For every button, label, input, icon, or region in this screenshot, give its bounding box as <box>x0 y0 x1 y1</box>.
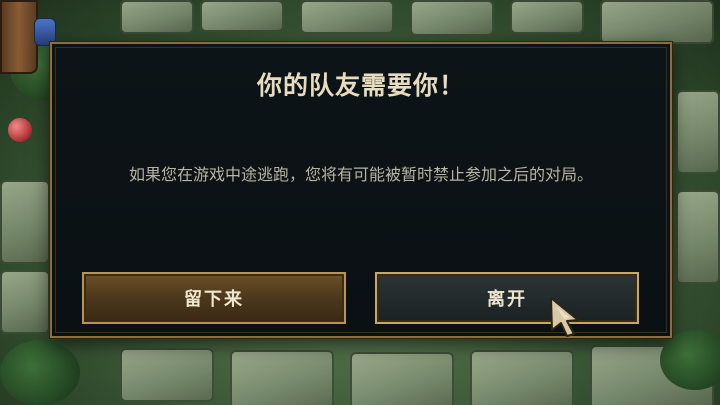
stone-tile <box>676 90 720 174</box>
stone-tile <box>470 350 574 405</box>
stone-tile <box>676 190 720 284</box>
stone-tile <box>0 270 50 334</box>
stone-tile <box>600 0 714 44</box>
red-ball <box>8 118 32 142</box>
stay-button[interactable]: 留下来 <box>82 272 346 324</box>
game-pointer-icon <box>550 297 579 337</box>
dialog-message: 如果您在游戏中途逃跑，您将有可能被暂时禁止参加之后的对局。 <box>128 165 593 184</box>
stone-tile <box>510 0 584 34</box>
stone-tile <box>0 180 50 264</box>
leave-warning-dialog: 你的队友需要你！ 如果您在游戏中途逃跑，您将有可能被暂时禁止参加之后的对局。 留… <box>50 42 672 338</box>
game-background: 你的队友需要你！ 如果您在游戏中途逃跑，您将有可能被暂时禁止参加之后的对局。 留… <box>0 0 720 405</box>
bush <box>0 340 80 405</box>
stone-tile <box>410 0 494 36</box>
dialog-title: 你的队友需要你！ <box>256 71 465 100</box>
stone-tile <box>350 352 454 405</box>
stone-tile <box>230 350 334 405</box>
stone-tile <box>120 0 194 34</box>
barrel <box>0 0 38 74</box>
leave-button[interactable]: 离开 <box>375 272 639 324</box>
stone-tile <box>120 348 214 402</box>
stone-tile <box>200 0 284 32</box>
stone-tile <box>300 0 394 34</box>
